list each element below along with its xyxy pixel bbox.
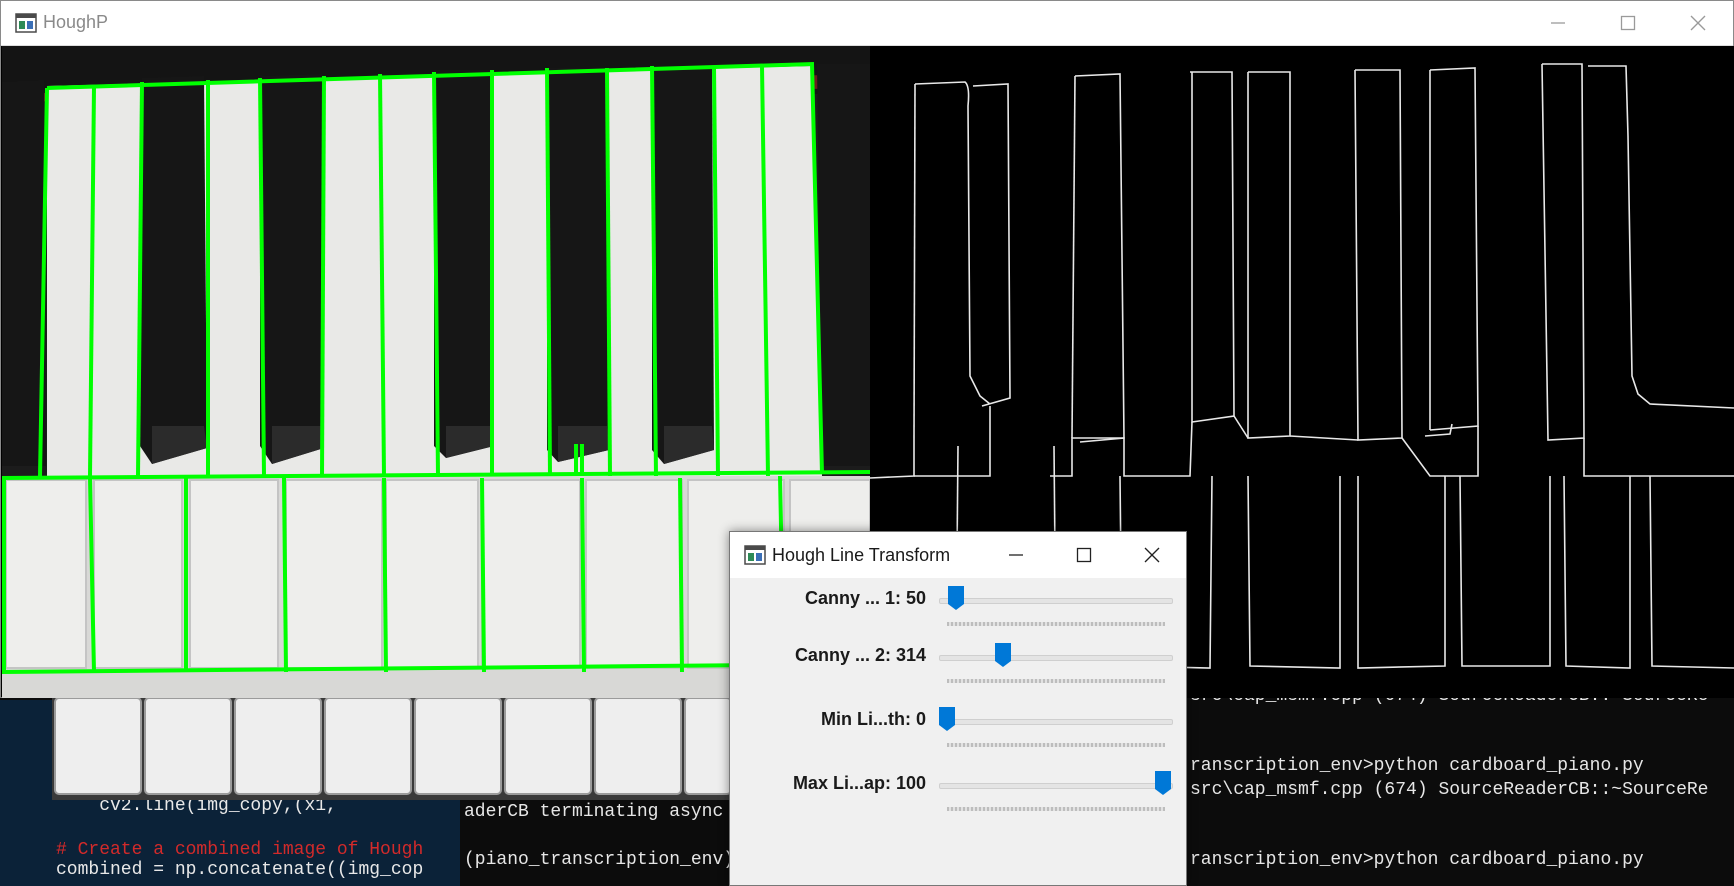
trackbar-ticks — [947, 679, 1165, 683]
terminal-line: aderCB terminating async — [464, 802, 724, 822]
maximize-button[interactable] — [1050, 532, 1118, 578]
maximize-icon — [1076, 547, 1092, 563]
minimize-button[interactable] — [1523, 1, 1593, 45]
close-button[interactable] — [1663, 1, 1733, 45]
opencv-window-icon — [744, 545, 766, 565]
code-line: combined = np.concatenate((img_cop — [56, 860, 424, 880]
trackbar-thumb[interactable] — [939, 707, 955, 731]
trackbar-canny-threshold-1: Canny ... 1: 50 — [730, 580, 1186, 636]
terminal-line: ranscription_env>python cardboard_piano.… — [1190, 850, 1644, 870]
trackbar-thumb[interactable] — [995, 643, 1012, 667]
trackbar-track[interactable] — [939, 783, 1173, 789]
trackbar-max-line-gap: Max Li...ap: 100 — [730, 765, 1186, 821]
terminal-line: ranscription_env>python cardboard_piano.… — [1190, 756, 1644, 776]
trackbar-ticks — [947, 807, 1165, 811]
trackbar-track[interactable] — [939, 598, 1173, 604]
close-button[interactable] — [1118, 532, 1186, 578]
trackbar-label: Min Li...th: 0 — [821, 709, 926, 729]
trackbar-thumb[interactable] — [1155, 771, 1171, 795]
minimize-icon — [1009, 554, 1023, 556]
trackbar-label: Canny ... 1: 50 — [804, 588, 926, 608]
trackbar-thumb[interactable] — [947, 586, 964, 610]
minimize-icon — [1551, 22, 1565, 24]
close-icon — [1690, 15, 1706, 31]
trackbar-ticks — [947, 622, 1165, 626]
trackbar-canny-threshold-2: Canny ... 2: 314 — [730, 637, 1186, 693]
window-titlebar[interactable]: HoughP — [1, 1, 1733, 46]
close-icon — [1144, 547, 1160, 563]
code-comment: # Create a combined image of Hough — [56, 840, 424, 860]
trackbar-min-line-length: Min Li...th: 0 — [730, 701, 1186, 757]
maximize-icon — [1620, 15, 1636, 31]
opencv-window-icon — [15, 13, 37, 33]
terminal-line: src\cap_msmf.cpp (674) SourceReaderCB::~… — [1190, 780, 1709, 800]
piano-photo-strip — [52, 698, 732, 800]
trackbar-dialog[interactable]: Hough Line Transform Canny ... 1: 50 Can… — [729, 531, 1187, 886]
trackbar-label: Max Li...ap: 100 — [792, 773, 926, 793]
minimize-button[interactable] — [982, 532, 1050, 578]
terminal-line: (piano_transcription_env) — [464, 850, 735, 870]
trackbar-track[interactable] — [939, 655, 1173, 661]
trackbar-ticks — [947, 743, 1165, 747]
dialog-titlebar[interactable]: Hough Line Transform — [730, 532, 1186, 578]
trackbar-track[interactable] — [939, 719, 1173, 725]
dialog-title: Hough Line Transform — [772, 545, 951, 565]
trackbar-label: Canny ... 2: 314 — [794, 645, 926, 665]
maximize-button[interactable] — [1593, 1, 1663, 45]
window-title: HoughP — [43, 12, 109, 32]
